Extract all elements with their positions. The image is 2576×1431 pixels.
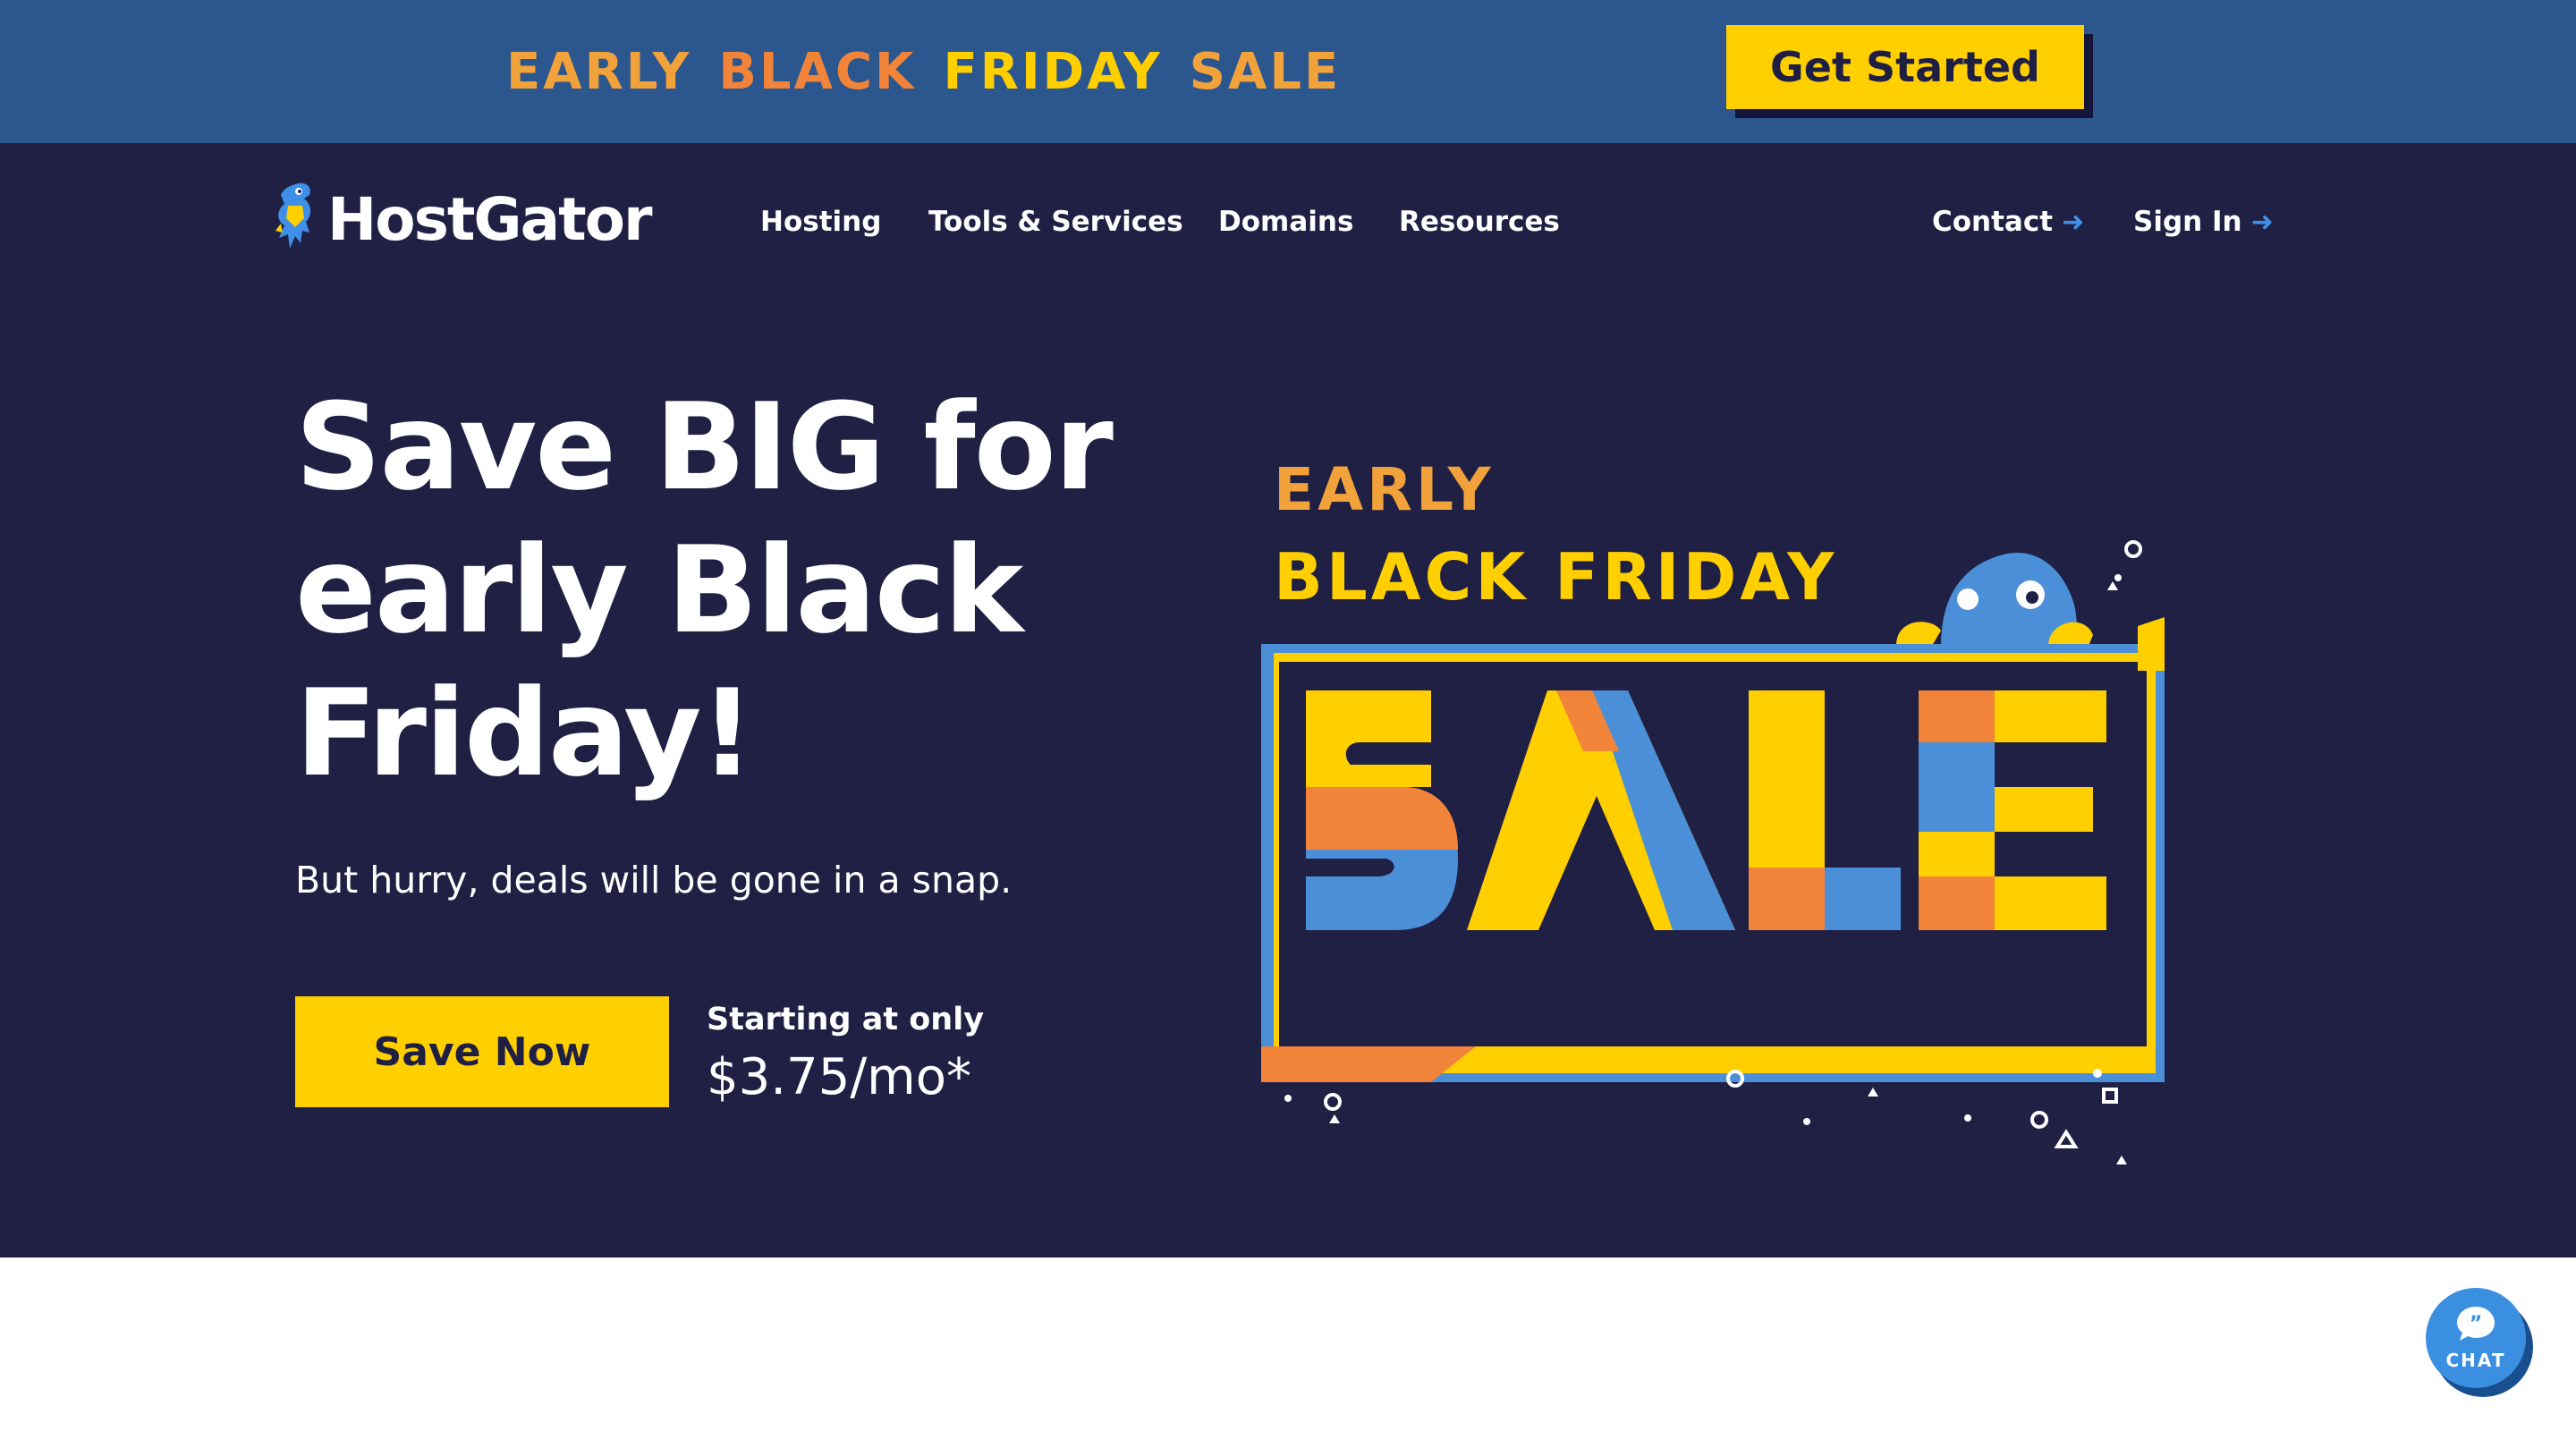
chat-label: CHAT: [2445, 1350, 2506, 1371]
chat-bubble-icon: ”: [2455, 1305, 2496, 1346]
arrow-right-icon: ➜: [2062, 207, 2085, 238]
promo-headline: EARLY BLACK FRIDAY SALE: [506, 41, 1341, 102]
nav-item-domains[interactable]: Domains: [1218, 206, 1353, 238]
main-nav: Hosting Tools & Services Domains Resourc…: [0, 206, 2576, 250]
sale-line-black-friday: BLACK FRIDAY: [1274, 539, 1837, 614]
hero-section: HostGator Hosting Tools & Services Domai…: [0, 143, 2576, 1257]
promo-word-early: EARLY: [506, 42, 692, 101]
svg-text:”: ”: [2470, 1313, 2482, 1335]
hero-subtitle: But hurry, deals will be gone in a snap.: [295, 859, 1013, 902]
arrow-right-icon: ➜: [2250, 207, 2274, 238]
save-now-button[interactable]: Save Now: [295, 996, 669, 1107]
sale-illustration: EARLY BLACK FRIDAY: [1261, 456, 2165, 1164]
sale-line-early: EARLY: [1274, 456, 1495, 524]
contact-label: Contact: [1932, 206, 2054, 238]
gator-peeking-icon: [1896, 553, 2093, 646]
price-label: Starting at only: [707, 1002, 985, 1037]
sign-in-label: Sign In: [2133, 206, 2242, 238]
hero-title-line-2: early Black: [295, 521, 1023, 660]
nav-sign-in-link[interactable]: Sign In ➜: [2133, 206, 2274, 238]
nav-item-tools-services[interactable]: Tools & Services: [928, 206, 1183, 238]
chat-button[interactable]: ” CHAT: [2426, 1288, 2526, 1388]
get-started-button[interactable]: Get Started: [1726, 25, 2084, 109]
promo-word-friday: FRIDAY: [943, 42, 1163, 101]
promo-word-black: BLACK: [718, 42, 917, 101]
promo-word-sale: SALE: [1189, 42, 1342, 101]
hero-title: Save BIG for early Black Friday!: [295, 376, 1190, 805]
nav-item-resources[interactable]: Resources: [1399, 206, 1560, 238]
promo-banner: EARLY BLACK FRIDAY SALE Get Started: [0, 0, 2576, 143]
nav-contact-link[interactable]: Contact ➜: [1932, 206, 2084, 238]
nav-item-hosting[interactable]: Hosting: [760, 206, 881, 238]
hero-title-line-3: Friday!: [295, 664, 755, 803]
hero-title-line-1: Save BIG for: [295, 377, 1114, 517]
price-value: $3.75/mo*: [707, 1048, 971, 1106]
